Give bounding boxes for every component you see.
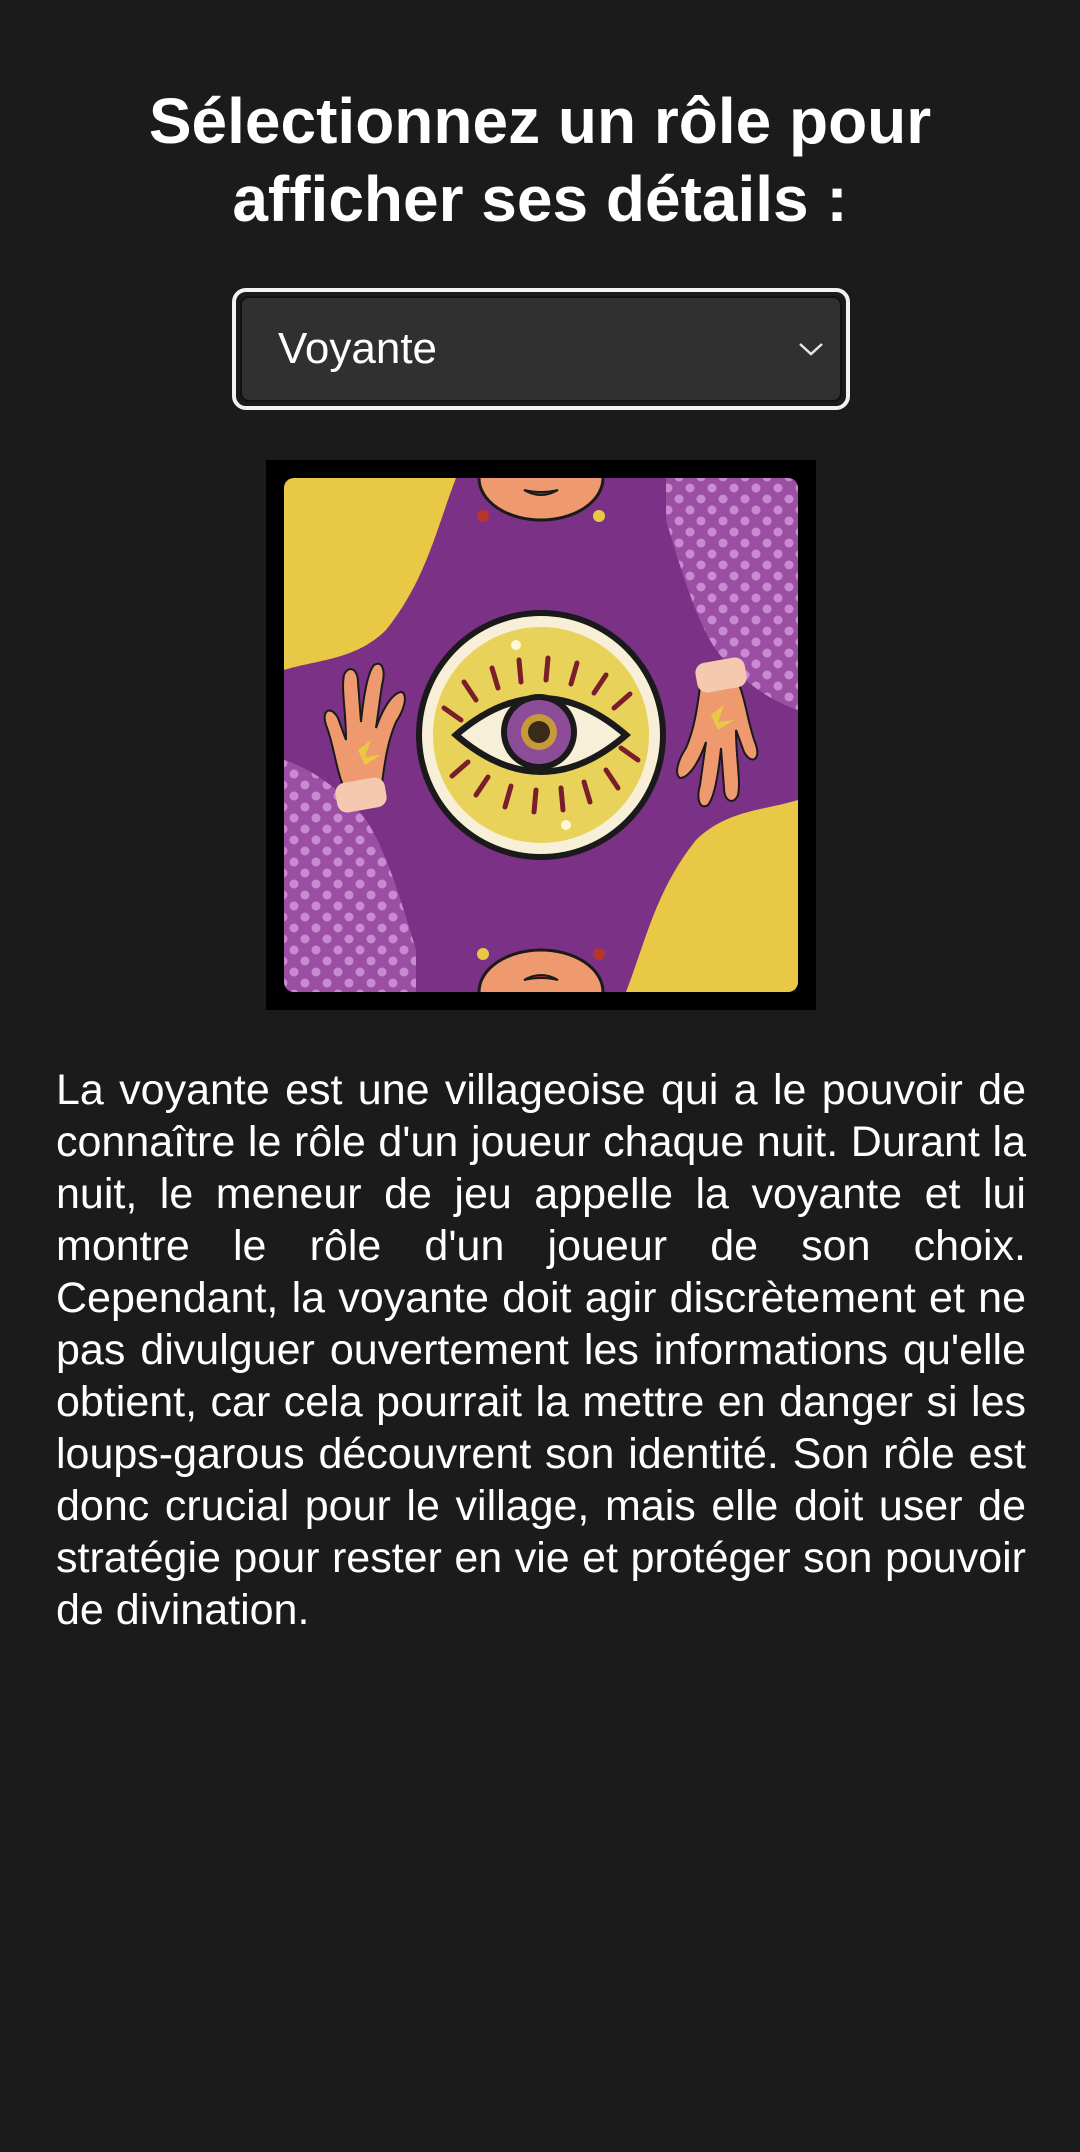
chevron-down-icon	[799, 343, 823, 356]
role-card-illustration	[266, 460, 816, 1010]
role-select-value: Voyante	[278, 324, 438, 373]
page-title-line-2: afficher ses détails :	[232, 163, 848, 235]
page-title: Sélectionnez un rôle pour afficher ses d…	[0, 82, 1080, 238]
role-description: La voyante est une villageoise qui a le …	[56, 1066, 1026, 1634]
page-title-line-1: Sélectionnez un rôle pour	[148, 85, 932, 157]
role-select-box[interactable]: Voyante	[240, 296, 842, 402]
role-card-image	[266, 460, 816, 1010]
role-details-page: Sélectionnez un rôle pour afficher ses d…	[0, 0, 1080, 2152]
role-select[interactable]: Voyante	[232, 288, 850, 410]
